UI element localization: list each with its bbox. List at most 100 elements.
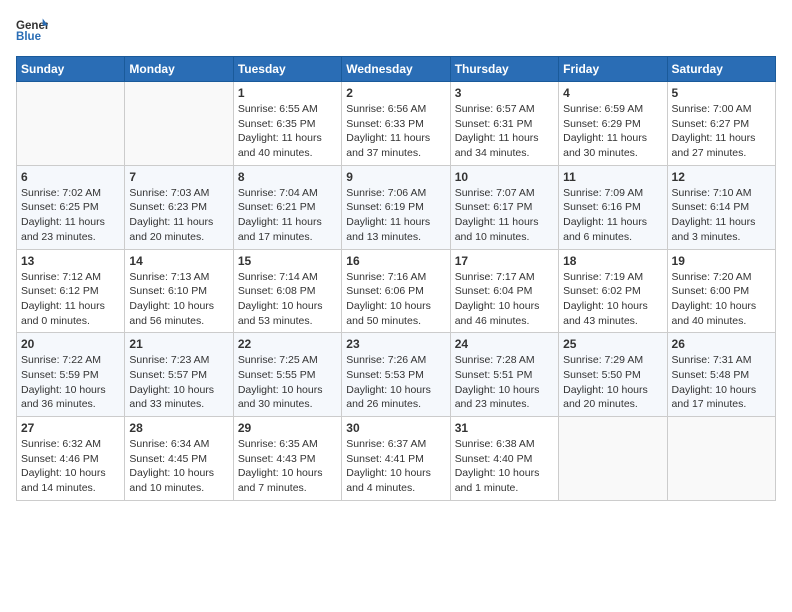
calendar-cell: 9 Sunrise: 7:06 AM Sunset: 6:19 PM Daylig…	[342, 165, 450, 249]
day-info: Sunrise: 7:28 AM Sunset: 5:51 PM Dayligh…	[455, 353, 554, 412]
calendar-cell: 10Sunrise: 7:07 AM Sunset: 6:17 PM Dayli…	[450, 165, 558, 249]
calendar-table: SundayMondayTuesdayWednesdayThursdayFrid…	[16, 56, 776, 501]
calendar-week-row: 27 Sunrise: 6:32 AM Sunset: 4:46 PM Dayli…	[17, 417, 776, 501]
logo-icon: General Blue	[16, 16, 48, 44]
day-info: Sunrise: 7:20 AM Sunset: 6:00 PM Dayligh…	[672, 270, 771, 329]
day-number: 9	[346, 170, 445, 184]
day-number: 3	[455, 86, 554, 100]
day-number: 30	[346, 421, 445, 435]
day-number: 26	[672, 337, 771, 351]
day-number: 7	[129, 170, 228, 184]
day-info: Sunrise: 7:16 AM Sunset: 6:06 PM Dayligh…	[346, 270, 445, 329]
calendar-cell: 31 Sunrise: 6:38 AM Sunset: 4:40 PM Dayli…	[450, 417, 558, 501]
calendar-cell: 6 Sunrise: 7:02 AM Sunset: 6:25 PM Daylig…	[17, 165, 125, 249]
day-info: Sunrise: 7:09 AM Sunset: 6:16 PM Dayligh…	[563, 186, 662, 245]
day-info: Sunrise: 7:02 AM Sunset: 6:25 PM Dayligh…	[21, 186, 120, 245]
calendar-body: 1 Sunrise: 6:55 AM Sunset: 6:35 PM Daylig…	[17, 82, 776, 501]
day-number: 29	[238, 421, 337, 435]
calendar-cell: 28 Sunrise: 6:34 AM Sunset: 4:45 PM Dayli…	[125, 417, 233, 501]
day-number: 31	[455, 421, 554, 435]
calendar-cell: 16 Sunrise: 7:16 AM Sunset: 6:06 PM Dayli…	[342, 249, 450, 333]
day-number: 6	[21, 170, 120, 184]
calendar-day-header: Thursday	[450, 57, 558, 82]
calendar-cell: 1 Sunrise: 6:55 AM Sunset: 6:35 PM Daylig…	[233, 82, 341, 166]
calendar-cell: 13 Sunrise: 7:12 AM Sunset: 6:12 PM Dayli…	[17, 249, 125, 333]
day-info: Sunrise: 6:38 AM Sunset: 4:40 PM Dayligh…	[455, 437, 554, 496]
day-number: 16	[346, 254, 445, 268]
day-info: Sunrise: 6:37 AM Sunset: 4:41 PM Dayligh…	[346, 437, 445, 496]
day-info: Sunrise: 7:00 AM Sunset: 6:27 PM Dayligh…	[672, 102, 771, 161]
calendar-cell: 30 Sunrise: 6:37 AM Sunset: 4:41 PM Dayli…	[342, 417, 450, 501]
day-info: Sunrise: 7:04 AM Sunset: 6:21 PM Dayligh…	[238, 186, 337, 245]
day-number: 2	[346, 86, 445, 100]
calendar-cell: 5 Sunrise: 7:00 AM Sunset: 6:27 PM Daylig…	[667, 82, 775, 166]
calendar-cell: 23Sunrise: 7:26 AM Sunset: 5:53 PM Dayli…	[342, 333, 450, 417]
day-info: Sunrise: 7:13 AM Sunset: 6:10 PM Dayligh…	[129, 270, 228, 329]
day-number: 12	[672, 170, 771, 184]
calendar-cell: 19Sunrise: 7:20 AM Sunset: 6:00 PM Dayli…	[667, 249, 775, 333]
calendar-cell: 25 Sunrise: 7:29 AM Sunset: 5:50 PM Dayli…	[559, 333, 667, 417]
day-info: Sunrise: 6:55 AM Sunset: 6:35 PM Dayligh…	[238, 102, 337, 161]
calendar-header-row: SundayMondayTuesdayWednesdayThursdayFrid…	[17, 57, 776, 82]
day-info: Sunrise: 6:56 AM Sunset: 6:33 PM Dayligh…	[346, 102, 445, 161]
calendar-day-header: Monday	[125, 57, 233, 82]
day-number: 1	[238, 86, 337, 100]
calendar-cell: 7Sunrise: 7:03 AM Sunset: 6:23 PM Daylig…	[125, 165, 233, 249]
svg-text:Blue: Blue	[16, 31, 42, 43]
day-number: 4	[563, 86, 662, 100]
day-number: 11	[563, 170, 662, 184]
calendar-cell: 29 Sunrise: 6:35 AM Sunset: 4:43 PM Dayli…	[233, 417, 341, 501]
day-info: Sunrise: 7:06 AM Sunset: 6:19 PM Dayligh…	[346, 186, 445, 245]
day-info: Sunrise: 6:57 AM Sunset: 6:31 PM Dayligh…	[455, 102, 554, 161]
calendar-cell	[667, 417, 775, 501]
day-info: Sunrise: 6:34 AM Sunset: 4:45 PM Dayligh…	[129, 437, 228, 496]
day-info: Sunrise: 6:32 AM Sunset: 4:46 PM Dayligh…	[21, 437, 120, 496]
calendar-cell: 11 Sunrise: 7:09 AM Sunset: 6:16 PM Dayli…	[559, 165, 667, 249]
day-info: Sunrise: 7:14 AM Sunset: 6:08 PM Dayligh…	[238, 270, 337, 329]
calendar-cell: 17 Sunrise: 7:17 AM Sunset: 6:04 PM Dayli…	[450, 249, 558, 333]
calendar-cell: 22 Sunrise: 7:25 AM Sunset: 5:55 PM Dayli…	[233, 333, 341, 417]
day-number: 27	[21, 421, 120, 435]
day-info: Sunrise: 7:25 AM Sunset: 5:55 PM Dayligh…	[238, 353, 337, 412]
day-number: 23	[346, 337, 445, 351]
calendar-day-header: Wednesday	[342, 57, 450, 82]
calendar-week-row: 13 Sunrise: 7:12 AM Sunset: 6:12 PM Dayli…	[17, 249, 776, 333]
day-info: Sunrise: 7:17 AM Sunset: 6:04 PM Dayligh…	[455, 270, 554, 329]
day-info: Sunrise: 7:12 AM Sunset: 6:12 PM Dayligh…	[21, 270, 120, 329]
calendar-cell: 27 Sunrise: 6:32 AM Sunset: 4:46 PM Dayli…	[17, 417, 125, 501]
calendar-cell: 4 Sunrise: 6:59 AM Sunset: 6:29 PM Daylig…	[559, 82, 667, 166]
day-number: 17	[455, 254, 554, 268]
calendar-week-row: 1 Sunrise: 6:55 AM Sunset: 6:35 PM Daylig…	[17, 82, 776, 166]
calendar-day-header: Sunday	[17, 57, 125, 82]
day-number: 21	[129, 337, 228, 351]
calendar-week-row: 20Sunrise: 7:22 AM Sunset: 5:59 PM Dayli…	[17, 333, 776, 417]
calendar-day-header: Tuesday	[233, 57, 341, 82]
day-info: Sunrise: 6:59 AM Sunset: 6:29 PM Dayligh…	[563, 102, 662, 161]
calendar-day-header: Friday	[559, 57, 667, 82]
calendar-cell: 2 Sunrise: 6:56 AM Sunset: 6:33 PM Daylig…	[342, 82, 450, 166]
day-info: Sunrise: 6:35 AM Sunset: 4:43 PM Dayligh…	[238, 437, 337, 496]
calendar-cell: 26 Sunrise: 7:31 AM Sunset: 5:48 PM Dayli…	[667, 333, 775, 417]
calendar-cell: 18Sunrise: 7:19 AM Sunset: 6:02 PM Dayli…	[559, 249, 667, 333]
calendar-cell	[17, 82, 125, 166]
day-number: 8	[238, 170, 337, 184]
day-info: Sunrise: 7:29 AM Sunset: 5:50 PM Dayligh…	[563, 353, 662, 412]
calendar-cell: 15Sunrise: 7:14 AM Sunset: 6:08 PM Dayli…	[233, 249, 341, 333]
day-number: 25	[563, 337, 662, 351]
calendar-cell: 8 Sunrise: 7:04 AM Sunset: 6:21 PM Daylig…	[233, 165, 341, 249]
calendar-cell: 24 Sunrise: 7:28 AM Sunset: 5:51 PM Dayli…	[450, 333, 558, 417]
page-header: General Blue	[16, 16, 776, 44]
day-info: Sunrise: 7:31 AM Sunset: 5:48 PM Dayligh…	[672, 353, 771, 412]
calendar-cell	[559, 417, 667, 501]
day-info: Sunrise: 7:19 AM Sunset: 6:02 PM Dayligh…	[563, 270, 662, 329]
day-number: 14	[129, 254, 228, 268]
day-number: 22	[238, 337, 337, 351]
calendar-cell: 14 Sunrise: 7:13 AM Sunset: 6:10 PM Dayli…	[125, 249, 233, 333]
day-number: 5	[672, 86, 771, 100]
day-number: 24	[455, 337, 554, 351]
day-number: 13	[21, 254, 120, 268]
logo: General Blue	[16, 16, 48, 44]
day-number: 28	[129, 421, 228, 435]
calendar-day-header: Saturday	[667, 57, 775, 82]
day-info: Sunrise: 7:22 AM Sunset: 5:59 PM Dayligh…	[21, 353, 120, 412]
